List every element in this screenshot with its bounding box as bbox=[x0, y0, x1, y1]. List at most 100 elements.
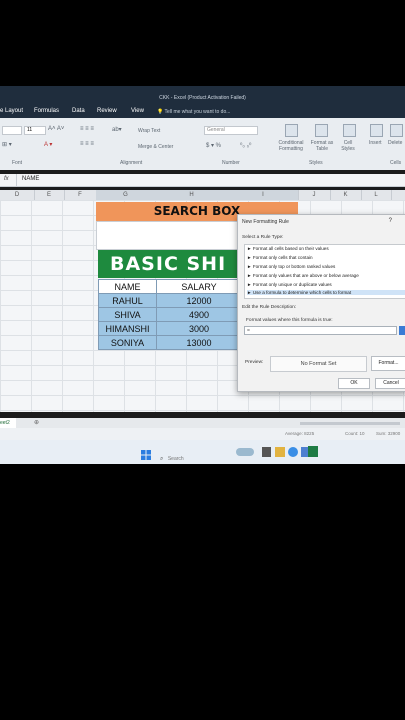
cell-salary[interactable]: 13000 bbox=[156, 335, 242, 350]
task-view-icon[interactable] bbox=[262, 447, 271, 457]
number-format-value: General bbox=[207, 127, 225, 133]
cell-name[interactable]: SHIVA bbox=[98, 307, 157, 322]
ribbon: 11 A˄ A˅ ⊞ ▾ A ▾ Font ≡ ≡ ≡ ≡ ≡ ≡ ab▾ Wr… bbox=[0, 118, 405, 170]
formula-input[interactable]: = bbox=[244, 326, 397, 335]
delete-cells-icon[interactable] bbox=[390, 124, 403, 137]
insert-cells-icon[interactable] bbox=[370, 124, 383, 137]
edit-rule-description-label: Edit the Rule Description: bbox=[242, 305, 297, 310]
select-rule-type-label: Select a Rule Type: bbox=[242, 235, 284, 240]
help-icon[interactable]: ? bbox=[389, 218, 392, 224]
font-name-select[interactable] bbox=[2, 126, 22, 135]
menu-review[interactable]: Review bbox=[97, 108, 117, 114]
format-button[interactable]: Format... bbox=[371, 356, 405, 371]
menu-page-layout[interactable]: e Layout bbox=[0, 108, 23, 114]
format-as-table-icon[interactable] bbox=[315, 124, 328, 137]
preview-label: Preview: bbox=[245, 360, 264, 365]
rule-type-item[interactable]: ► Format only top or bottom ranked value… bbox=[247, 264, 335, 269]
weather-icon[interactable] bbox=[236, 448, 254, 456]
search-input-cell[interactable] bbox=[96, 221, 240, 250]
header-salary[interactable]: SALARY bbox=[156, 279, 242, 294]
cancel-button[interactable]: Cancel bbox=[375, 378, 405, 389]
column-header-f[interactable]: F bbox=[64, 190, 97, 200]
group-alignment-label: Alignment bbox=[120, 160, 143, 166]
rule-type-item[interactable]: ► Format only unique or duplicate values bbox=[247, 282, 332, 287]
ok-button[interactable]: OK bbox=[338, 378, 370, 389]
formula-label: Format values where this formula is true… bbox=[246, 318, 333, 323]
basic-sheet-banner[interactable]: BASIC SHI bbox=[98, 250, 243, 278]
sheet-tab[interactable]: eet2 bbox=[0, 418, 16, 428]
column-header-l[interactable]: L bbox=[361, 190, 392, 200]
fx-icon[interactable]: fx bbox=[4, 176, 9, 182]
table-row: SONIYA 13000 bbox=[98, 335, 242, 350]
group-styles-label: Styles bbox=[309, 160, 323, 166]
rule-type-item[interactable]: ► Format only cells that contain bbox=[247, 255, 313, 260]
add-sheet-icon[interactable]: ⊕ bbox=[34, 419, 39, 426]
table-row: SHIVA 4900 bbox=[98, 307, 242, 322]
merge-center-button[interactable]: Merge & Center bbox=[138, 144, 173, 150]
taskbar-search-placeholder: Search bbox=[167, 456, 184, 462]
status-average: Average: 8225 bbox=[285, 431, 315, 436]
grow-font-icon[interactable]: A˄ A˅ bbox=[48, 126, 64, 132]
cell-name[interactable]: RAHUL bbox=[98, 293, 157, 308]
horizontal-scrollbar[interactable] bbox=[300, 422, 400, 425]
title-bar: CKK - Excel (Product Activation Failed) bbox=[0, 86, 405, 106]
column-header-e[interactable]: E bbox=[34, 190, 65, 200]
column-header-j[interactable]: J bbox=[298, 190, 331, 200]
cell-styles-icon[interactable] bbox=[343, 124, 356, 137]
edge-browser-icon[interactable] bbox=[288, 447, 298, 457]
align-left-icon[interactable]: ≡ ≡ ≡ bbox=[80, 141, 94, 147]
rule-type-item[interactable]: ► Format only values that are above or b… bbox=[247, 273, 359, 278]
decimal-icon[interactable]: ⁰₀ ₀⁰ bbox=[240, 142, 251, 149]
column-header-d[interactable]: D bbox=[0, 190, 35, 200]
column-headers: D E F G H I J K L bbox=[0, 190, 405, 200]
cell-styles-button[interactable]: Cell Styles bbox=[338, 140, 358, 152]
column-header-g[interactable]: G bbox=[96, 190, 156, 200]
menu-data[interactable]: Data bbox=[72, 108, 85, 114]
delete-button[interactable]: Delete bbox=[388, 140, 402, 146]
menu-view[interactable]: View bbox=[131, 108, 144, 114]
formula-input[interactable]: NAME bbox=[22, 176, 39, 182]
cell-salary[interactable]: 12000 bbox=[156, 293, 242, 308]
tell-me-box[interactable]: 💡 Tell me what you want to do... bbox=[157, 109, 230, 115]
font-color-icon[interactable]: A ▾ bbox=[44, 141, 52, 148]
range-picker-icon[interactable] bbox=[399, 326, 405, 335]
column-header-h[interactable]: H bbox=[155, 190, 229, 200]
menu-formulas[interactable]: Formulas bbox=[34, 108, 59, 114]
cell-name[interactable]: HIMANSHI bbox=[98, 321, 157, 336]
border-icon[interactable]: ⊞ ▾ bbox=[2, 141, 12, 148]
preview-box: No Format Set bbox=[270, 356, 367, 372]
screen: CKK - Excel (Product Activation Failed) … bbox=[0, 86, 405, 464]
number-format-select[interactable]: General bbox=[204, 126, 258, 135]
windows-start-icon[interactable] bbox=[141, 447, 151, 460]
cell-name[interactable]: SONIYA bbox=[98, 335, 157, 350]
wrap-text-button[interactable]: Wrap Text bbox=[138, 128, 160, 134]
column-header-k[interactable]: K bbox=[330, 190, 362, 200]
cell-salary[interactable]: 3000 bbox=[156, 321, 242, 336]
align-top-icon[interactable]: ≡ ≡ ≡ bbox=[80, 126, 94, 132]
format-as-table-button[interactable]: Format as Table bbox=[310, 140, 334, 152]
rule-type-item[interactable]: ► Format all cells based on their values bbox=[247, 246, 329, 251]
status-bar: Average: 8225 Count: 10 Sum: 32900 bbox=[0, 428, 405, 440]
window-title: CKK - Excel (Product Activation Failed) bbox=[159, 95, 246, 101]
column-header-i[interactable]: I bbox=[228, 190, 299, 200]
file-explorer-icon[interactable] bbox=[275, 447, 285, 457]
divider bbox=[16, 174, 17, 186]
taskbar: ⌕ Search bbox=[0, 440, 405, 464]
conditional-formatting-button[interactable]: Conditional Formatting bbox=[276, 140, 306, 152]
orientation-icon[interactable]: ab▾ bbox=[112, 126, 122, 133]
currency-icon[interactable]: $ ▾ % bbox=[206, 142, 221, 149]
dialog-title: New Formatting Rule bbox=[242, 219, 289, 225]
cell-salary[interactable]: 4900 bbox=[156, 307, 242, 322]
table-row: HIMANSHI 3000 bbox=[98, 321, 242, 336]
tell-me-text: Tell me what you want to do... bbox=[164, 109, 231, 115]
conditional-formatting-icon[interactable] bbox=[285, 124, 298, 137]
taskbar-search[interactable]: ⌕ Search bbox=[160, 447, 220, 462]
table-row: RAHUL 12000 bbox=[98, 293, 242, 308]
rule-type-item-selected[interactable]: ► Use a formula to determine which cells… bbox=[247, 290, 405, 295]
font-size-select[interactable]: 11 bbox=[24, 126, 46, 135]
new-formatting-rule-dialog: New Formatting Rule ? Select a Rule Type… bbox=[237, 214, 405, 392]
header-name[interactable]: NAME bbox=[98, 279, 157, 294]
excel-icon[interactable] bbox=[308, 446, 318, 457]
table-header-row: NAME SALARY bbox=[98, 279, 242, 294]
insert-button[interactable]: Insert bbox=[369, 140, 382, 146]
